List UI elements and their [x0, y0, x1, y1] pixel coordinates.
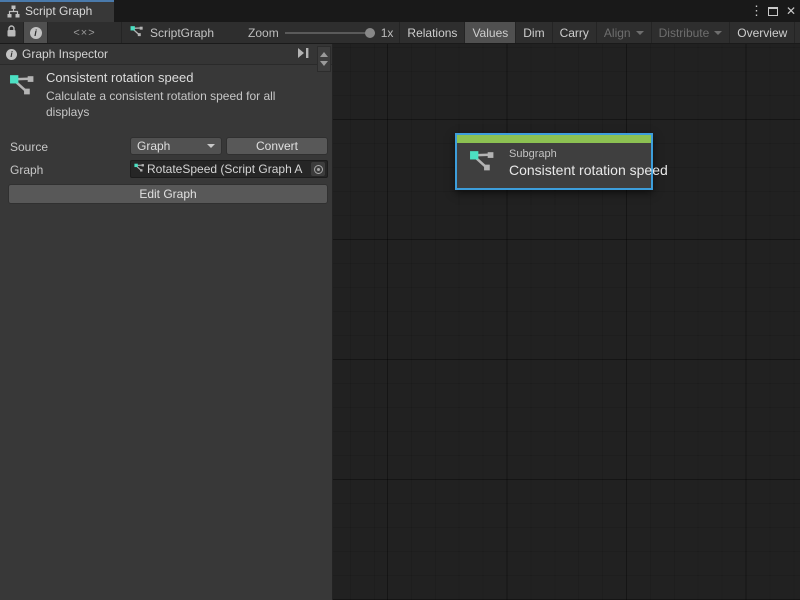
dock-panel-icon[interactable]	[296, 47, 310, 59]
chevron-down-icon	[714, 31, 722, 35]
relations-button[interactable]: Relations	[399, 22, 464, 43]
inspector-header: i Graph Inspector	[0, 44, 332, 65]
source-label: Source	[10, 140, 48, 154]
object-picker-icon[interactable]	[311, 162, 325, 176]
window-menu-icon[interactable]: ⋮	[750, 3, 760, 19]
values-label: Values	[472, 26, 508, 40]
edit-graph-button[interactable]: Edit Graph	[8, 184, 328, 204]
inspector-title: Graph Inspector	[22, 47, 108, 61]
graph-toolbar: i <×> ScriptGraph Zoom	[0, 22, 800, 44]
code-icon: <×>	[73, 27, 95, 39]
zoom-label: Zoom	[248, 26, 279, 40]
breadcrumb[interactable]: ScriptGraph	[122, 22, 224, 43]
window-controls: ⋮ ✕	[750, 0, 796, 22]
subgraph-node[interactable]: Subgraph Consistent rotation speed	[455, 133, 653, 190]
zoom-slider-handle[interactable]	[365, 28, 375, 38]
source-dropdown-value: Graph	[137, 139, 170, 153]
edit-graph-label: Edit Graph	[139, 187, 196, 201]
node-type-label: Subgraph	[509, 148, 668, 160]
tab-script-graph[interactable]: Script Graph	[0, 0, 114, 22]
overview-button[interactable]: Overview	[729, 22, 794, 43]
node-body: Subgraph Consistent rotation speed	[457, 143, 651, 183]
chevron-down-icon	[207, 144, 215, 148]
relations-label: Relations	[407, 26, 457, 40]
graph-object-field[interactable]: RotateSpeed (Script Graph A	[130, 160, 328, 178]
align-label: Align	[604, 26, 631, 40]
dim-label: Dim	[523, 26, 544, 40]
graph-inspector-panel: i Graph Inspector Consistent rotation sp…	[0, 44, 333, 600]
dim-button[interactable]: Dim	[515, 22, 551, 43]
graph-description: Calculate a consistent rotation speed fo…	[46, 88, 322, 120]
carry-button[interactable]: Carry	[552, 22, 596, 43]
close-icon[interactable]: ✕	[786, 4, 796, 18]
maximize-icon[interactable]	[768, 7, 778, 16]
graph-object-value: RotateSpeed (Script Graph A	[147, 162, 311, 176]
zoom-value: 1x	[381, 26, 400, 40]
node-text: Subgraph Consistent rotation speed	[509, 148, 668, 178]
carry-label: Carry	[560, 26, 589, 40]
toolbar-toggle-buttons: Relations Values Dim Carry Align Distrib…	[399, 22, 800, 43]
convert-label: Convert	[256, 139, 298, 153]
subgraph-icon	[9, 71, 36, 101]
active-tab-accent	[0, 0, 114, 2]
graph-title: Consistent rotation speed	[46, 70, 193, 85]
overview-label: Overview	[737, 26, 787, 40]
script-graph-tab-icon	[7, 5, 20, 18]
distribute-label: Distribute	[659, 26, 710, 40]
code-view-button[interactable]: <×>	[48, 22, 122, 43]
align-button: Align	[596, 22, 651, 43]
zoom-slider-track	[285, 32, 375, 34]
inspector-toolbar-group: i <×>	[0, 22, 122, 43]
window-titlebar: Script Graph ⋮ ✕	[0, 0, 800, 22]
info-icon: i	[6, 49, 17, 60]
graph-breadcrumb-icon	[130, 24, 144, 41]
scroll-down-icon[interactable]	[320, 61, 328, 66]
node-header-bar	[457, 135, 651, 143]
values-button[interactable]: Values	[464, 22, 515, 43]
source-dropdown[interactable]: Graph	[130, 137, 222, 155]
inspector-toggle-button[interactable]: i	[24, 22, 48, 43]
graph-field-label: Graph	[10, 163, 43, 177]
scroll-up-icon[interactable]	[320, 52, 328, 57]
full-screen-button[interactable]: Full Screen	[794, 22, 800, 43]
graph-asset-icon	[134, 162, 145, 176]
zoom-slider[interactable]	[285, 22, 375, 44]
panel-scrollbar-arrows[interactable]	[317, 46, 331, 72]
node-title: Consistent rotation speed	[509, 162, 668, 178]
subgraph-node-icon	[469, 147, 496, 179]
distribute-button: Distribute	[651, 22, 730, 43]
zoom-control: Zoom 1x	[224, 22, 399, 43]
unity-script-graph-window: Script Graph ⋮ ✕ i <×>	[0, 0, 800, 600]
info-icon: i	[30, 27, 42, 39]
lock-icon	[6, 25, 17, 41]
convert-button[interactable]: Convert	[226, 137, 328, 155]
lock-button[interactable]	[0, 22, 24, 43]
breadcrumb-label: ScriptGraph	[150, 26, 214, 40]
graph-canvas[interactable]: Subgraph Consistent rotation speed	[333, 44, 800, 600]
chevron-down-icon	[636, 31, 644, 35]
tab-title: Script Graph	[25, 4, 92, 18]
